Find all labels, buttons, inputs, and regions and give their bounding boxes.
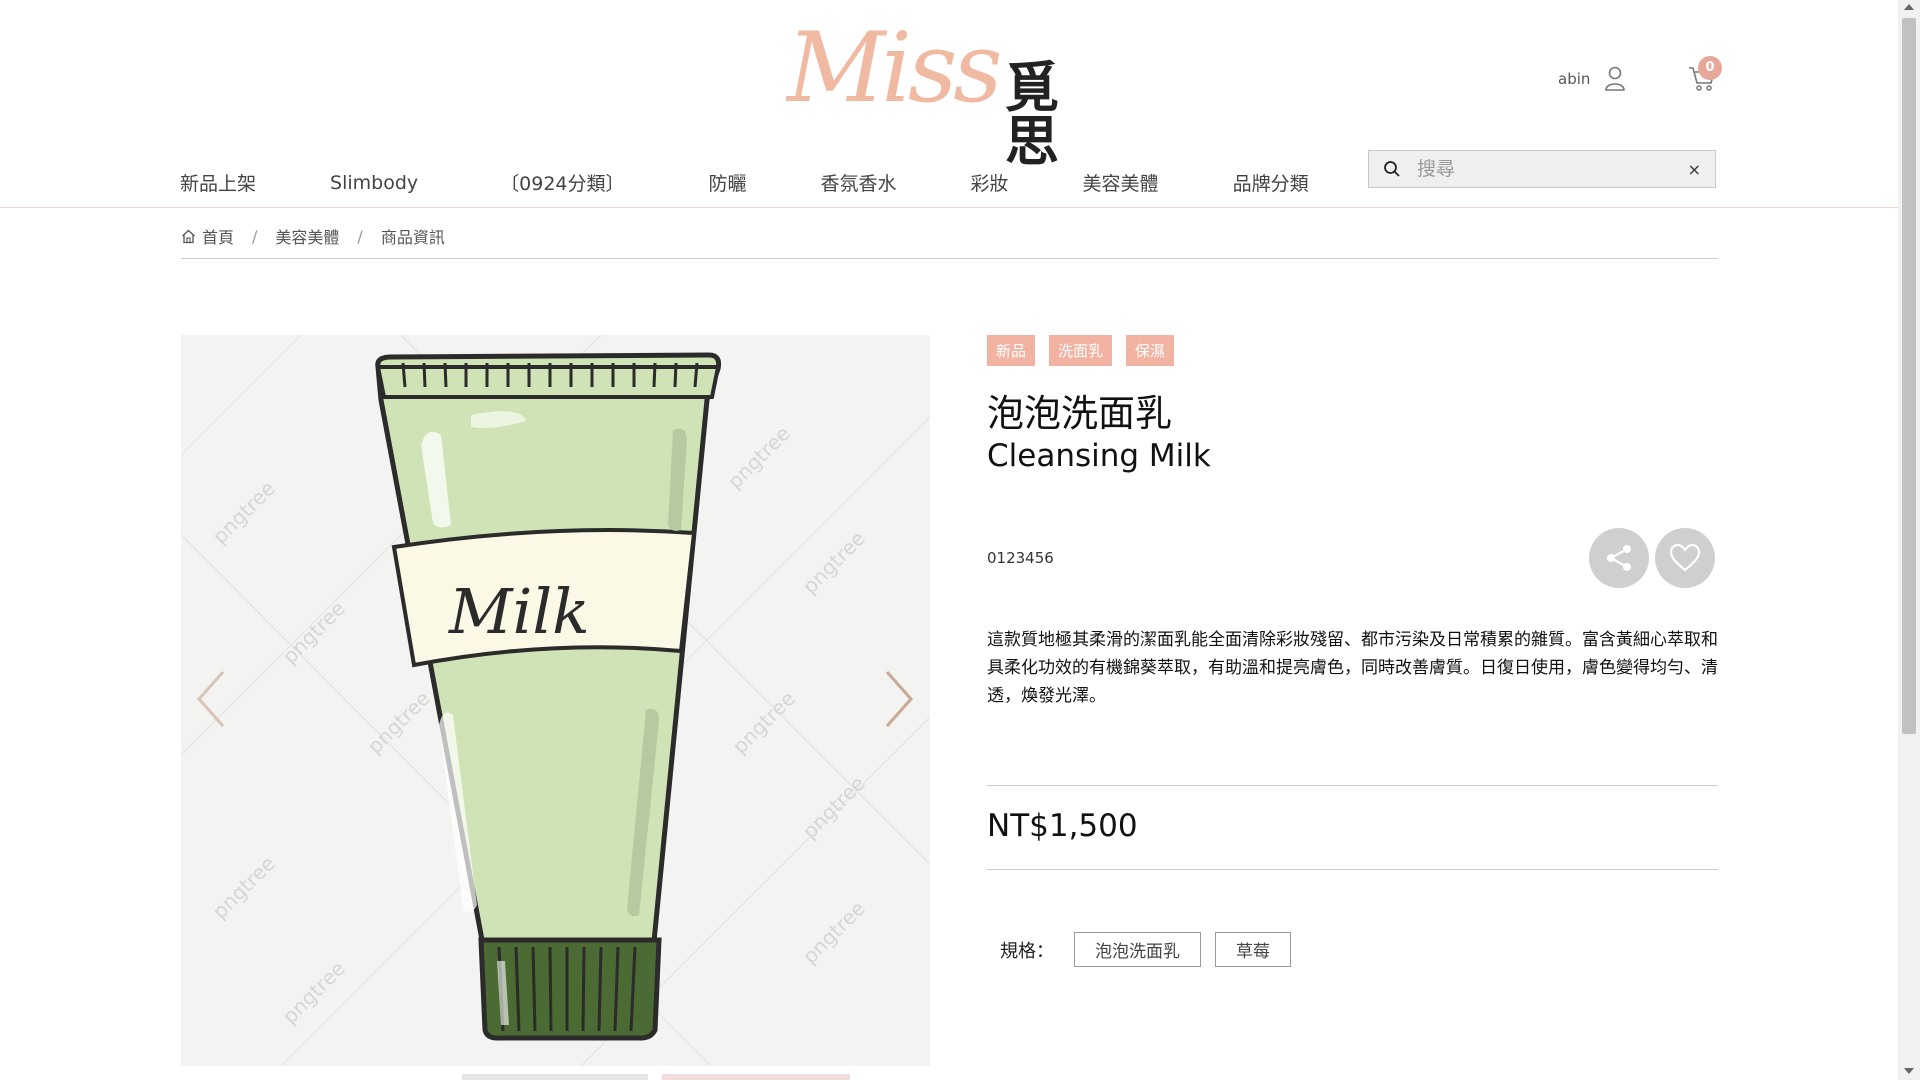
search-clear-button[interactable]: × (1688, 160, 1701, 179)
product-sku: 0123456 (987, 549, 1054, 567)
divider (987, 785, 1718, 786)
breadcrumb-separator: / (252, 226, 258, 246)
product-title-english: Cleansing Milk (987, 438, 1211, 474)
breadcrumb-home[interactable]: 首頁 (202, 224, 234, 248)
product-label-text: Milk (448, 575, 590, 648)
previous-image-arrow-icon[interactable] (193, 668, 229, 730)
nav-item-0924[interactable]: 〔0924分類〕 (500, 165, 624, 200)
divider (987, 869, 1718, 870)
spec-selector: 規格： 泡泡洗面乳 草莓 (1000, 932, 1291, 967)
nav-item-slimbody[interactable]: Slimbody (330, 168, 418, 198)
gallery-thumbnail[interactable] (662, 1074, 850, 1080)
product-description: 這款質地極其柔滑的潔面乳能全面清除彩妝殘留、都市污染及日常積累的雜質。富含黃細心… (987, 630, 1718, 706)
watermark-text: pngtree (798, 526, 870, 598)
nav-item-brands[interactable]: 品牌分類 (1233, 165, 1309, 200)
heart-icon (1669, 543, 1701, 572)
watermark-text: pngtree (278, 956, 350, 1028)
nav-item-fragrance[interactable]: 香氛香水 (821, 165, 897, 200)
share-button[interactable] (1589, 528, 1649, 588)
nav-item-makeup[interactable]: 彩妝 (971, 165, 1009, 200)
header-divider (0, 207, 1898, 208)
search-input[interactable] (1415, 157, 1688, 181)
logo-script-text: Miss (787, 12, 1003, 124)
page: Miss 覓思 abin 0 新品上架 Slimbody 〔0924分類〕 防曬… (0, 0, 1898, 1080)
nav-item-new[interactable]: 新品上架 (180, 165, 256, 200)
scroll-up-arrow-icon[interactable] (1904, 4, 1914, 10)
watermark-text: pngtree (278, 596, 350, 668)
watermark-text: pngtree (798, 771, 870, 843)
spec-option-strawberry[interactable]: 草莓 (1215, 932, 1291, 967)
watermark-text: pngtree (208, 851, 280, 923)
scroll-down-arrow-icon[interactable] (1904, 1068, 1914, 1074)
breadcrumb-separator: / (357, 226, 363, 246)
breadcrumb-divider (181, 258, 1718, 259)
watermark-text: pngtree (723, 421, 795, 493)
search-icon[interactable] (1383, 160, 1401, 178)
favorite-button[interactable] (1655, 528, 1715, 588)
product-title-chinese: 泡泡洗面乳 (987, 392, 1172, 435)
page-scrollbar[interactable] (1898, 0, 1920, 1080)
user-name[interactable]: abin (1558, 70, 1590, 88)
tag-cleanser[interactable]: 洗面乳 (1049, 335, 1113, 366)
next-image-arrow-icon[interactable] (881, 668, 917, 730)
site-logo[interactable]: Miss 覓思 (787, 20, 1107, 168)
nav-item-beauty[interactable]: 美容美體 (1083, 165, 1159, 200)
watermark-text: pngtree (798, 896, 870, 968)
product-tags: 新品 洗面乳 保濕 (987, 335, 1175, 366)
breadcrumb-current: 商品資訊 (380, 228, 445, 247)
gallery-thumbnail[interactable] (462, 1074, 648, 1080)
tag-moisturizing[interactable]: 保濕 (1126, 335, 1175, 366)
product-price: NT$1,500 (987, 808, 1138, 844)
product-image-gallery: pngtree pngtree pngtree pngtree pngtree … (181, 335, 930, 1066)
breadcrumb: 首頁 / 美容美體 / 商品資訊 (181, 224, 445, 248)
watermark-text: pngtree (363, 686, 435, 758)
breadcrumb-category[interactable]: 美容美體 (275, 224, 339, 248)
product-image: pngtree pngtree pngtree pngtree pngtree … (181, 335, 930, 1066)
share-icon (1607, 545, 1631, 571)
main-nav: 新品上架 Slimbody 〔0924分類〕 防曬 香氛香水 彩妝 美容美體 品… (180, 165, 1309, 200)
search-box: × (1368, 150, 1716, 188)
spec-option-cleanser[interactable]: 泡泡洗面乳 (1074, 932, 1201, 967)
tag-new[interactable]: 新品 (987, 335, 1036, 366)
user-account[interactable]: abin (1558, 66, 1626, 92)
user-icon[interactable] (1604, 66, 1626, 92)
logo-chinese-text: 覓思 (1005, 55, 1059, 173)
cart-count-badge: 0 (1698, 56, 1722, 80)
watermark-text: pngtree (208, 476, 280, 548)
scrollbar-thumb[interactable] (1902, 18, 1916, 734)
nav-item-sunscreen[interactable]: 防曬 (709, 165, 747, 200)
home-icon[interactable] (181, 229, 196, 244)
spec-label: 規格： (1000, 940, 1054, 962)
